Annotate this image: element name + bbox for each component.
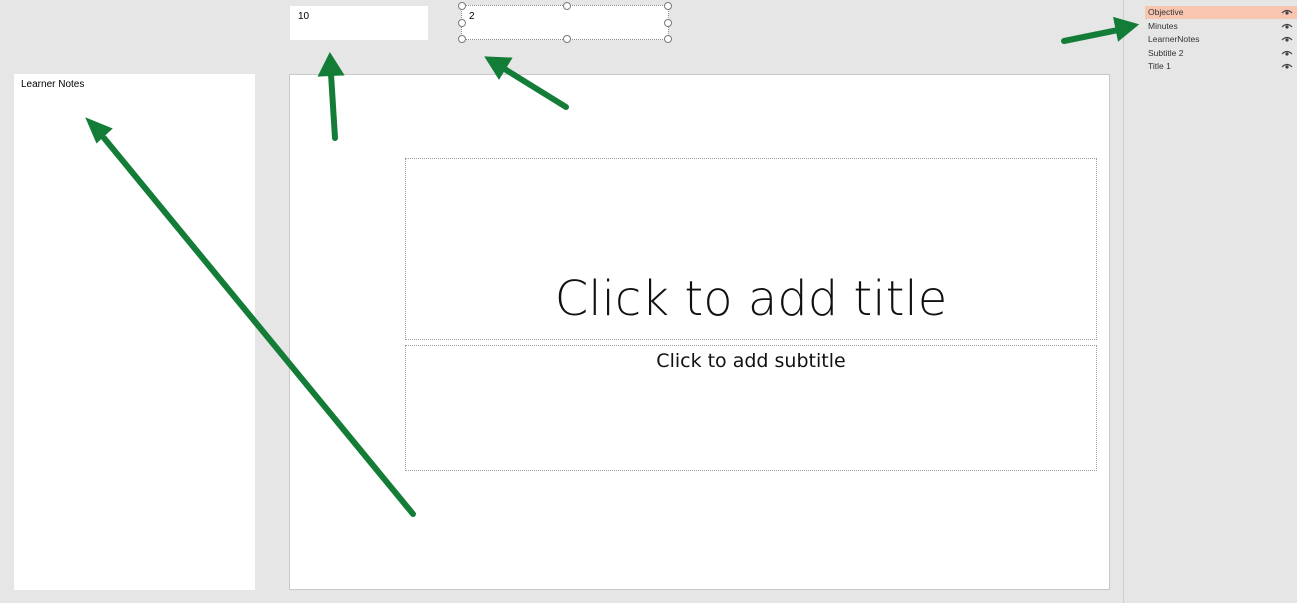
selection-pane-item-label: Title 1 [1148,61,1171,71]
resize-handle-bottom-right[interactable] [664,35,672,43]
resize-handle-top-left[interactable] [458,2,466,10]
minutes-value: 10 [298,11,310,22]
selection-pane-item-minutes[interactable]: Minutes [1145,20,1297,33]
resize-handle-bottom-left[interactable] [458,35,466,43]
selection-pane-item-label: LearnerNotes [1148,34,1200,44]
selection-pane-item-subtitle-2[interactable]: Subtitle 2 [1145,47,1297,60]
eye-icon[interactable] [1281,47,1293,60]
subtitle-placeholder[interactable]: Click to add subtitle [405,345,1097,471]
slide: Click to add title Click to add subtitle [289,74,1110,590]
eye-icon[interactable] [1281,6,1293,19]
resize-handle-right[interactable] [664,19,672,27]
objective-value: 2 [469,11,475,22]
resize-handle-bottom[interactable] [563,35,571,43]
selection-pane: Objective Minutes LearnerNotes Subtitle … [1123,0,1297,603]
eye-icon[interactable] [1281,33,1293,46]
selection-pane-item-label: Subtitle 2 [1148,48,1184,58]
learner-notes-textbox[interactable]: Learner Notes [14,74,255,590]
minutes-textbox[interactable]: 10 [290,6,428,40]
selection-pane-item-title-1[interactable]: Title 1 [1145,60,1297,73]
learner-notes-label: Learner Notes [21,79,85,90]
title-placeholder[interactable]: Click to add title [405,158,1097,340]
eye-icon[interactable] [1281,20,1293,33]
selection-pane-item-objective[interactable]: Objective [1145,6,1297,19]
title-placeholder-text: Click to add title [554,271,948,327]
selection-pane-item-label: Objective [1148,7,1184,17]
objective-textbox[interactable]: 2 [458,2,672,43]
resize-handle-top[interactable] [563,2,571,10]
selection-pane-item-learnernotes[interactable]: LearnerNotes [1145,33,1297,46]
eye-icon[interactable] [1281,60,1293,73]
slide-canvas-area: Learner Notes 10 2 Click to add title Cl… [0,0,1123,603]
selection-pane-item-label: Minutes [1148,21,1178,31]
resize-handle-top-right[interactable] [664,2,672,10]
resize-handle-left[interactable] [458,19,466,27]
subtitle-placeholder-text: Click to add subtitle [656,350,846,372]
